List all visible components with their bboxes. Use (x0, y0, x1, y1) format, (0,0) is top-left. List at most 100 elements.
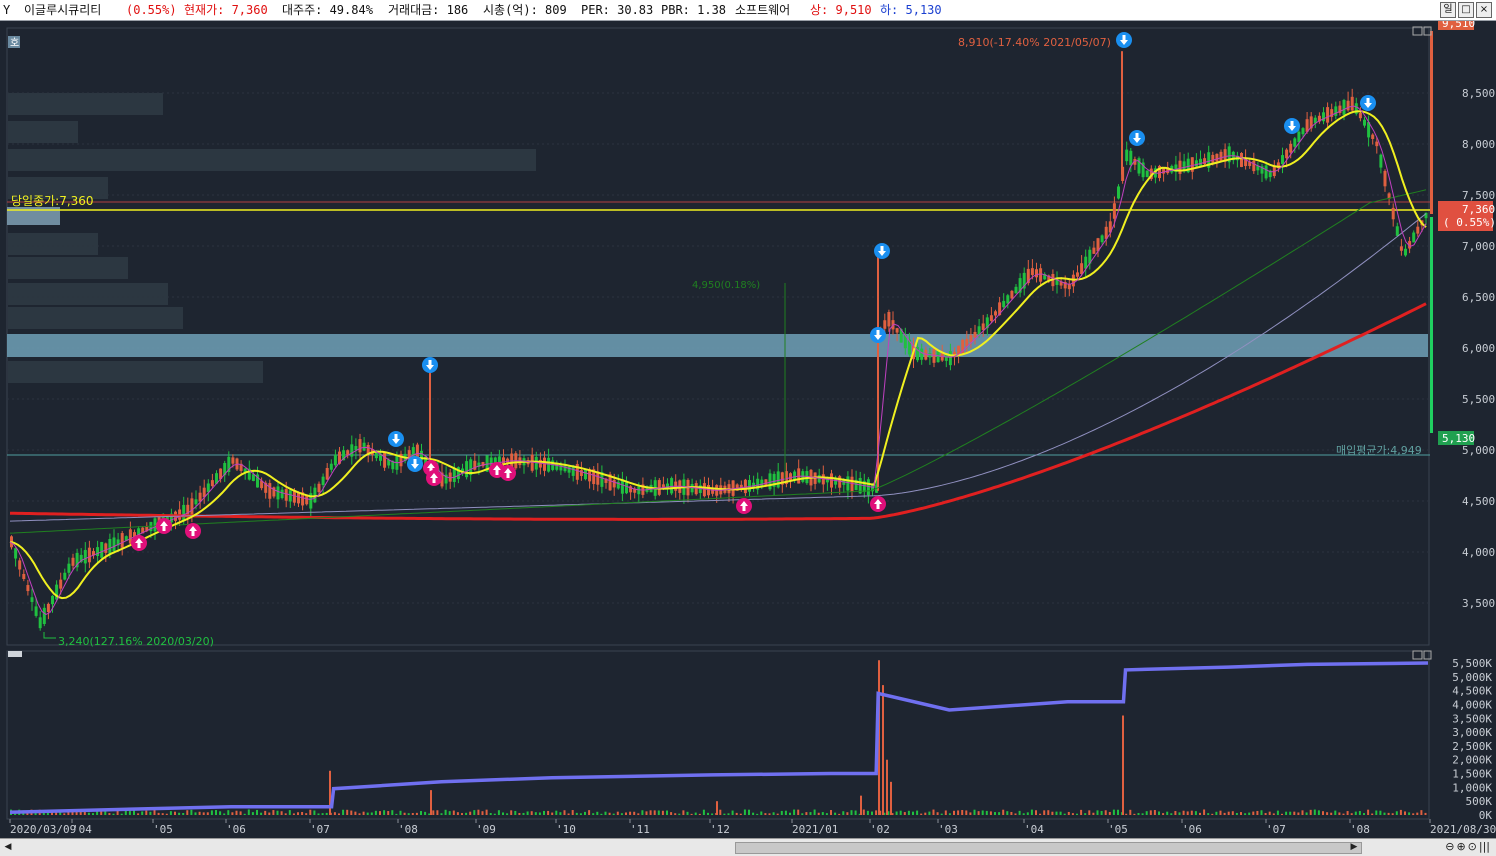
candle-body (1076, 272, 1079, 277)
volume-bar (338, 813, 340, 815)
x-tick-label: 2021/08/30 (1430, 823, 1496, 836)
candle-body (231, 457, 235, 464)
scroll-right-icon[interactable]: ▶ (1348, 841, 1360, 853)
candle-body (567, 466, 571, 473)
horizontal-scrollbar[interactable]: ◀ ▶ ⊖ ⊕ ⊙ ||| (0, 838, 1496, 856)
volume-bar (756, 813, 759, 815)
candle-body (153, 518, 157, 532)
volume-bar (92, 813, 94, 815)
candle-body (333, 454, 337, 466)
volume-bar (1076, 813, 1078, 815)
volume-bar (407, 813, 410, 815)
candle-body (625, 482, 628, 494)
volume-bar (1322, 811, 1324, 815)
volume-bar (854, 810, 857, 815)
volume-bar (739, 813, 742, 815)
volume-bar (1358, 811, 1361, 815)
candle-body (104, 543, 108, 553)
volume-bar (350, 810, 353, 815)
volume-bar (534, 812, 537, 815)
candle-body (268, 483, 272, 499)
candle-body (1371, 134, 1375, 139)
volume-bars (10, 660, 1427, 815)
upper-limit: 상: 9,510 (810, 3, 872, 17)
volume-bar (444, 809, 447, 815)
x-tick-label: '08 (398, 823, 418, 836)
volume-bar (506, 813, 509, 815)
volume-bar (899, 810, 902, 815)
volume-bar (198, 811, 201, 815)
volume-bar (588, 810, 591, 815)
volume-bar (846, 812, 849, 815)
volume-bar (1379, 810, 1382, 815)
maximize-icon[interactable]: □ (1458, 2, 1474, 18)
vol-pane-restore-icon[interactable] (1412, 650, 1423, 660)
candle-body (22, 573, 26, 579)
scroll-left-icon[interactable]: ◀ (2, 841, 14, 853)
volume-bar (821, 812, 824, 815)
candle-body (1301, 128, 1305, 135)
volume-bar (133, 810, 135, 815)
volume-bar (305, 813, 308, 815)
volume-profile-bar (8, 233, 98, 255)
candle-body (1322, 112, 1325, 122)
price-volume-chart[interactable]: 9,510 7,360 ( 0.55%) 5,130 호 당일종가:7,360 … (0, 21, 1496, 838)
candle-body (1030, 268, 1034, 275)
volume-bar (1252, 811, 1255, 815)
volume-bar (916, 810, 919, 815)
period-button[interactable]: 일 (1440, 2, 1456, 18)
candle-body (1215, 153, 1219, 162)
zoom-in-icon[interactable]: ⊕ (1456, 840, 1465, 853)
candle-body (325, 467, 329, 480)
zoom-out-icon[interactable]: ⊖ (1445, 840, 1454, 853)
volume-bar (432, 810, 435, 815)
volume-pane-handle[interactable] (8, 651, 22, 657)
candle-body (1326, 107, 1330, 123)
volume-bar (965, 810, 968, 815)
reset-icon[interactable]: ⊙ (1468, 840, 1477, 853)
candle-body (317, 483, 321, 493)
volume-bar (1227, 811, 1230, 815)
title-bar: Y 이글루시큐리티 (0.55%) 현재가: 7,360 대주주: 49.84%… (0, 0, 1496, 21)
chart-area[interactable]: 9,510 7,360 ( 0.55%) 5,130 호 당일종가:7,360 … (0, 21, 1496, 855)
volume-bar (928, 811, 931, 815)
volume-tick-label: 2,000K (1452, 754, 1492, 767)
volume-bar (608, 812, 611, 815)
volume-bar (1084, 813, 1087, 815)
volume-bar (748, 809, 750, 815)
vol-pane-close-icon[interactable] (1423, 650, 1432, 660)
scroll-thumb[interactable] (735, 842, 1362, 854)
volume-bar (1412, 813, 1415, 815)
volume-bar (161, 813, 164, 815)
volume-bar (518, 812, 521, 815)
volume-bar (760, 811, 763, 815)
volume-bar (268, 812, 271, 815)
volume-bar (1104, 810, 1107, 815)
volume-bar (1092, 812, 1095, 815)
volume-bar (174, 811, 176, 815)
candle-body (276, 486, 280, 500)
candle-body (1399, 246, 1403, 251)
high-annotation: 8,910(-17.40% 2021/05/07) (958, 36, 1111, 49)
close-icon[interactable]: × (1476, 2, 1492, 18)
volume-spike-bar (860, 795, 862, 815)
x-tick-label: '09 (476, 823, 496, 836)
volume-bar (456, 812, 459, 815)
volume-bar (1264, 813, 1267, 815)
candle-body (1211, 154, 1215, 163)
volume-bar (641, 810, 644, 815)
candle-body (1194, 160, 1198, 167)
volume-bar (120, 813, 123, 815)
volume-spike-bar (890, 781, 892, 815)
volume-bar (625, 812, 627, 815)
x-tick-label: 2020/03/09 (10, 823, 76, 836)
volume-bar (1030, 809, 1033, 815)
bars-icon[interactable]: ||| (1479, 840, 1490, 853)
volume-bar (1383, 812, 1386, 815)
volume-bar (961, 810, 964, 815)
volume-bar (1395, 811, 1398, 815)
volume-bar (1199, 812, 1201, 815)
volume-bar (182, 812, 185, 815)
menu-icon[interactable]: Y (3, 3, 10, 17)
candle-body (973, 331, 977, 338)
